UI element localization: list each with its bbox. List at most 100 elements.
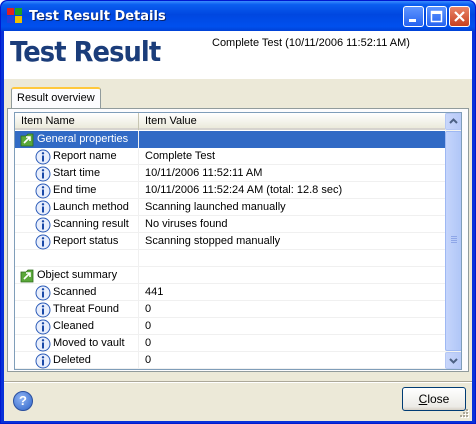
- header-band: Test Result Complete Test (10/11/2006 11…: [4, 31, 472, 79]
- close-button[interactable]: Close: [402, 387, 466, 411]
- row-value: 0: [145, 320, 152, 332]
- scroll-up-button[interactable]: [445, 113, 461, 130]
- folder-arrow-icon: [20, 269, 34, 283]
- footer-separator: [4, 381, 472, 383]
- group-row[interactable]: General properties: [15, 131, 445, 148]
- info-icon: [35, 200, 51, 216]
- row-name-cell: Report status: [15, 233, 139, 250]
- row-value: Scanning launched manually: [145, 201, 286, 213]
- table-row[interactable]: [15, 369, 445, 370]
- row-name-cell: [15, 369, 139, 370]
- row-name-label: Threat Found: [53, 303, 120, 315]
- row-name-cell: Report name: [15, 148, 139, 165]
- table-rows: General properties Report name Complete Te…: [15, 131, 445, 370]
- row-name-label: Scanning result: [53, 218, 129, 230]
- help-icon: ?: [19, 393, 27, 408]
- row-name-cell: End time: [15, 182, 139, 199]
- page-title: Test Result: [10, 35, 161, 68]
- table-row[interactable]: Scanned 441: [15, 284, 445, 301]
- row-name-label: Launch method: [53, 201, 129, 213]
- table-row[interactable]: Cleaned 0: [15, 318, 445, 335]
- minimize-icon: [409, 19, 416, 22]
- row-name-label: Scanned: [53, 286, 97, 298]
- row-name-cell: Start time: [15, 165, 139, 182]
- row-value: Scanning stopped manually: [145, 235, 281, 247]
- row-name-label: End time: [53, 184, 97, 196]
- row-name-label: Deleted: [53, 354, 91, 366]
- row-name-cell: Scanned: [15, 284, 139, 301]
- row-name-cell: Launch method: [15, 199, 139, 216]
- group-row[interactable]: Object summary: [15, 267, 445, 284]
- row-name-cell: Moved to vault: [15, 335, 139, 352]
- column-header-item-value[interactable]: Item Value: [139, 113, 445, 130]
- table-row[interactable]: [15, 250, 445, 267]
- selection-highlight: [139, 131, 445, 148]
- dialog-window: Test Result Details Test Result Complete…: [0, 0, 476, 424]
- row-name-cell: [15, 250, 139, 267]
- tab-result-overview[interactable]: Result overview: [11, 87, 101, 108]
- row-name-label: General properties: [37, 133, 129, 145]
- resize-grip-icon[interactable]: [458, 407, 470, 419]
- row-value: 441: [145, 286, 164, 298]
- row-value: 10/11/2006 11:52:24 AM (total: 12.8 sec): [145, 184, 343, 196]
- row-name-label: Object summary: [37, 269, 118, 281]
- dialog-client: Test Result Complete Test (10/11/2006 11…: [4, 31, 472, 421]
- row-name-label: Start time: [53, 167, 101, 179]
- row-name-label: Moved to vault: [53, 337, 125, 349]
- row-name-cell: Cleaned: [15, 318, 139, 335]
- close-window-button[interactable]: [449, 6, 470, 27]
- help-button[interactable]: ?: [13, 391, 33, 411]
- table-row[interactable]: Launch method Scanning launched manually: [15, 199, 445, 216]
- info-icon: [35, 149, 51, 165]
- close-button-label: lose: [427, 392, 450, 406]
- row-value: No viruses found: [145, 218, 228, 230]
- test-subtitle: Complete Test (10/11/2006 11:52:11 AM): [212, 37, 410, 49]
- vertical-scrollbar[interactable]: [445, 113, 461, 369]
- info-icon: [35, 166, 51, 182]
- column-header-item-name[interactable]: Item Name: [15, 113, 139, 130]
- row-name-cell: General properties: [15, 131, 139, 148]
- table-row[interactable]: Deleted 0: [15, 352, 445, 369]
- close-icon: [454, 11, 465, 22]
- minimize-button[interactable]: [403, 6, 424, 27]
- row-value: 0: [145, 337, 152, 349]
- app-icon: [7, 8, 23, 24]
- info-icon: [35, 183, 51, 199]
- info-icon: [35, 302, 51, 318]
- scroll-thumb[interactable]: [445, 131, 461, 351]
- title-bar[interactable]: Test Result Details: [1, 1, 475, 31]
- maximize-icon: [430, 10, 443, 23]
- chevron-down-icon: [449, 358, 458, 364]
- row-name-cell: Threat Found: [15, 301, 139, 318]
- info-icon: [35, 336, 51, 352]
- result-list[interactable]: Item Name Item Value General properties R…: [14, 112, 462, 370]
- maximize-button[interactable]: [426, 6, 447, 27]
- tab-panel: Item Name Item Value General properties R…: [7, 108, 469, 372]
- row-name-label: Report status: [53, 235, 119, 247]
- row-name-cell: Scanning result: [15, 216, 139, 233]
- column-header: Item Name Item Value: [15, 113, 445, 130]
- row-name-cell: Object summary: [15, 267, 139, 284]
- row-name-label: Report name: [53, 150, 117, 162]
- scroll-down-button[interactable]: [445, 352, 461, 369]
- row-value: 10/11/2006 11:52:11 AM: [145, 167, 263, 179]
- row-name-cell: Deleted: [15, 352, 139, 369]
- chevron-up-icon: [449, 118, 458, 124]
- info-icon: [35, 353, 51, 369]
- table-row[interactable]: Report name Complete Test: [15, 148, 445, 165]
- row-name-label: Cleaned: [53, 320, 94, 332]
- info-icon: [35, 217, 51, 233]
- table-row[interactable]: Scanning result No viruses found: [15, 216, 445, 233]
- row-value: 0: [145, 354, 152, 366]
- row-value: 0: [145, 303, 152, 315]
- row-value: Complete Test: [145, 150, 216, 162]
- table-row[interactable]: Report status Scanning stopped manually: [15, 233, 445, 250]
- table-row[interactable]: Threat Found 0: [15, 301, 445, 318]
- info-icon: [35, 285, 51, 301]
- info-icon: [35, 319, 51, 335]
- table-row[interactable]: Start time 10/11/2006 11:52:11 AM: [15, 165, 445, 182]
- table-row[interactable]: Moved to vault 0: [15, 335, 445, 352]
- folder-arrow-icon: [20, 133, 34, 147]
- table-row[interactable]: End time 10/11/2006 11:52:24 AM (total: 1…: [15, 182, 445, 199]
- info-icon: [35, 234, 51, 250]
